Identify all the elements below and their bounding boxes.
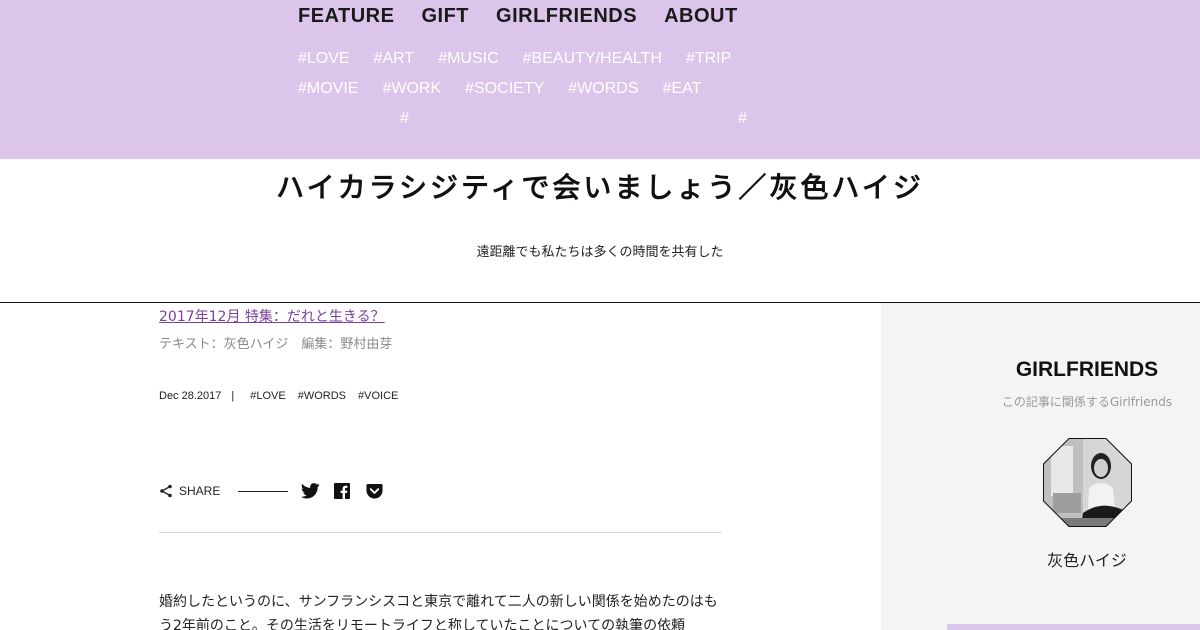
tag-link-society[interactable]: #SOCIETY (465, 80, 544, 98)
article-subtitle: 遠距離でも私たちは多くの時間を共有した (476, 245, 724, 260)
site-header: FEATURE GIFT GIRLFRIENDS ABOUT #LOVE #AR… (0, 0, 1200, 159)
girlfriends-sidebar: GIRLFRIENDS この記事に関係するGirlfriends 灰色ハイジ (881, 303, 1200, 630)
article-tag-love[interactable]: #LOVE (250, 390, 285, 402)
tag-link-art[interactable]: #ART (374, 50, 415, 68)
pocket-icon (366, 483, 383, 499)
tag-link-work[interactable]: #WORK (382, 80, 441, 98)
tag-link-movie[interactable]: #MOVIE (298, 80, 358, 98)
nav-gift[interactable]: GIFT (421, 5, 469, 28)
share-icon (160, 484, 172, 498)
tag-link-eat[interactable]: #EAT (663, 80, 702, 98)
sidebar-subtitle: この記事に関係するGirlfriends (1001, 395, 1173, 409)
girlfriend-name[interactable]: 灰色ハイジ (881, 547, 1200, 571)
avatar[interactable] (1043, 438, 1132, 527)
nav-feature[interactable]: FEATURE (298, 5, 394, 28)
publish-date: Dec 28.2017 (159, 390, 222, 402)
tag-link-empty[interactable]: # (738, 110, 747, 128)
nav-about[interactable]: ABOUT (664, 5, 738, 28)
sidebar-title: GIRLFRIENDS (1015, 358, 1159, 381)
issue-link[interactable]: 2017年12月 特集：だれと生きる？ (159, 306, 385, 326)
share-bar: SHARE (159, 481, 396, 501)
tag-link-empty[interactable]: # (400, 110, 409, 128)
article-body: 婚約したというのに、サンフランシスコと東京で離れて二人の新しい関係を始めたのはも… (159, 594, 718, 630)
main-nav: FEATURE GIFT GIRLFRIENDS ABOUT (298, 5, 738, 28)
sidebar-accent-band (947, 624, 1200, 630)
share-rule (159, 532, 722, 533)
tag-nav-row-1: #LOVE #ART #MUSIC #BEAUTY/HEALTH #TRIP (298, 50, 755, 68)
share-divider (238, 490, 289, 492)
facebook-icon (334, 483, 351, 499)
nav-girlfriends[interactable]: GIRLFRIENDS (496, 5, 637, 28)
twitter-share-button[interactable] (300, 481, 320, 501)
tag-nav-row-2: #MOVIE #WORK #SOCIETY #WORDS #EAT (298, 80, 725, 98)
article-tag-voice[interactable]: #VOICE (358, 390, 398, 402)
tag-link-beauty-health[interactable]: #BEAUTY/HEALTH (523, 50, 662, 68)
pocket-share-button[interactable] (364, 481, 384, 501)
tag-link-trip[interactable]: #TRIP (686, 50, 731, 68)
share-label: SHARE (179, 484, 221, 498)
tag-link-love[interactable]: #LOVE (298, 50, 350, 68)
credits: テキスト：灰色ハイジ 編集：野村由芽 (159, 337, 393, 352)
article-tag-words[interactable]: #WORDS (298, 390, 346, 402)
avatar-photo (1043, 438, 1132, 527)
article-meta: Dec 28.2017 | #LOVE #WORDS #VOICE (159, 390, 410, 402)
twitter-icon (300, 483, 320, 499)
meta-separator: | (231, 390, 235, 402)
article-title: ハイカラシジティで会いましょう／灰色ハイジ (276, 171, 924, 204)
tag-link-music[interactable]: #MUSIC (438, 50, 498, 68)
facebook-share-button[interactable] (332, 481, 352, 501)
tag-link-words[interactable]: #WORDS (568, 80, 638, 98)
